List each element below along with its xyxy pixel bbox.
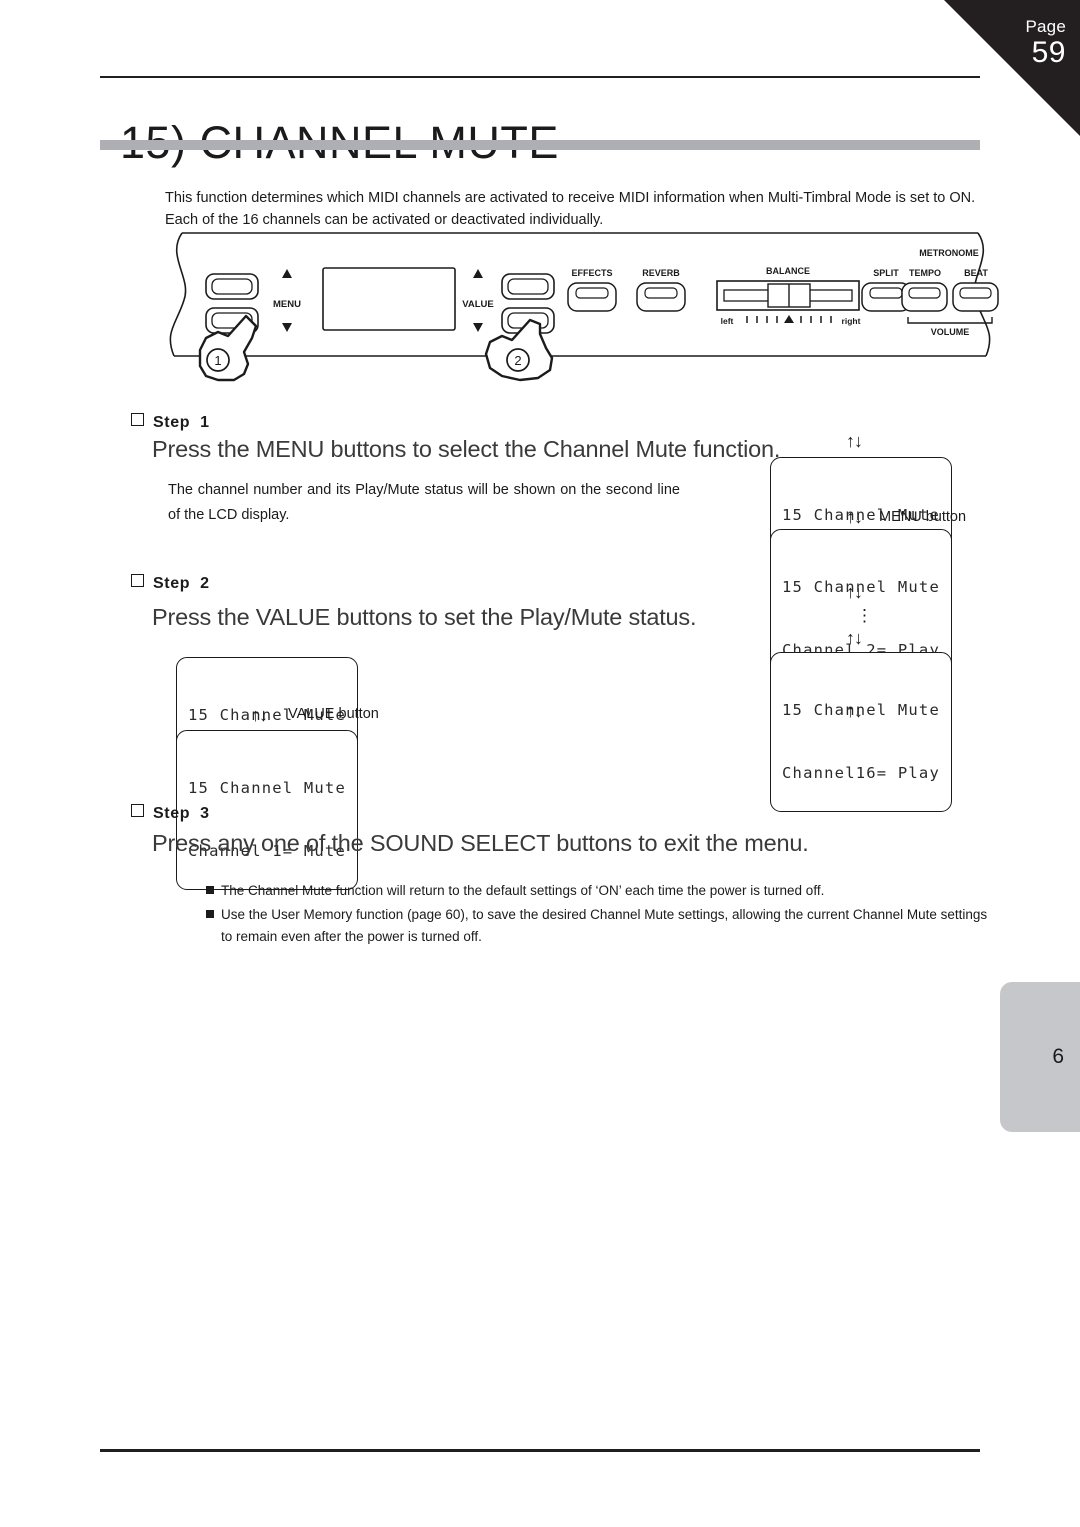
step-2-title: Press the VALUE buttons to set the Play/… [152,604,697,630]
panel-label-volume: VOLUME [931,327,970,337]
chapter-tab-number: 6 [1052,1045,1064,1068]
note-item: Use the User Memory function (page 60), … [206,904,996,949]
panel-label-balance-right: right [842,316,861,326]
panel-label-effects: EFFECTS [571,268,612,278]
step-3-title: Press any one of the SOUND SELECT button… [152,830,809,856]
step-3-number: 3 [200,805,210,822]
svg-text:1: 1 [214,353,221,368]
panel-label-reverb: REVERB [642,268,680,278]
step-1-title: Press the MENU buttons to select the Cha… [152,436,781,462]
svg-text:2: 2 [514,353,521,368]
menu-arrows-3: ↑↓ [846,628,863,648]
note-text: The Channel Mute function will return to… [221,883,825,898]
value-arrows: ↑↓ [251,705,268,725]
panel-label-menu: MENU [273,299,301,310]
panel-label-metronome: METRONOME [919,248,979,258]
bullet-square-icon [206,909,214,918]
control-panel-figure: MENU VALUE EFFECTS REVERB BALANCE left r… [160,228,1000,393]
step-2-heading: Step 2 [131,574,210,593]
step-1-heading: Step 1 [131,413,210,432]
step-3-label: Step [153,805,191,822]
checkbox-icon [131,413,144,426]
footer-rule [100,1449,980,1452]
checkbox-icon [131,574,144,587]
panel-label-balance-left: left [721,316,734,326]
chapter-side-tab: MENU FUNCTIONS 6 [1000,982,1080,1132]
panel-label-beat: BEAT [964,268,988,278]
panel-lcd-screen [322,267,456,331]
page-number: 59 [1031,36,1066,69]
panel-label-balance: BALANCE [766,266,810,276]
lcd-line-2: Channel16= Play [782,764,940,782]
menu-arrows-top: ↑↓ [846,431,863,451]
intro-paragraph: This function determines which MIDI chan… [165,189,976,228]
step-2-label: Step [153,575,191,592]
step-3-heading: Step 3 [131,804,210,823]
menu-arrows-1: ↑↓ [846,507,863,527]
checkbox-icon [131,804,144,817]
vertical-ellipsis: ⋮ [856,606,873,625]
lcd-line-1: 15 Channel Mute [188,779,346,797]
menu-arrows-bottom: ↑↓ [846,701,863,721]
step-1-label: Step [153,414,191,431]
balance-slider [716,280,860,311]
panel-label-split: SPLIT [873,268,899,278]
panel-label-value: VALUE [462,299,494,310]
notes-list: The Channel Mute function will return to… [206,880,996,950]
note-item: The Channel Mute function will return to… [206,880,996,903]
page-label: Page [1025,17,1066,36]
step-1-body: The channel number and its Play/Mute sta… [168,482,680,523]
title-rule-top [100,76,980,78]
step-2-number: 2 [200,575,210,592]
step-1-number: 1 [200,414,210,431]
panel-label-tempo: TEMPO [909,268,941,278]
title-rule-gray [100,140,980,150]
value-button-caption: VALUE button [288,706,379,722]
menu-button-caption: MENU button [879,509,967,525]
bullet-square-icon [206,886,214,894]
page-corner-badge: Page 59 [944,0,1080,136]
note-text: Use the User Memory function (page 60), … [221,906,988,945]
lcd-display-channel-16: 15 Channel Mute Channel16= Play [770,652,952,812]
menu-arrows-2: ↑↓ [846,582,863,602]
